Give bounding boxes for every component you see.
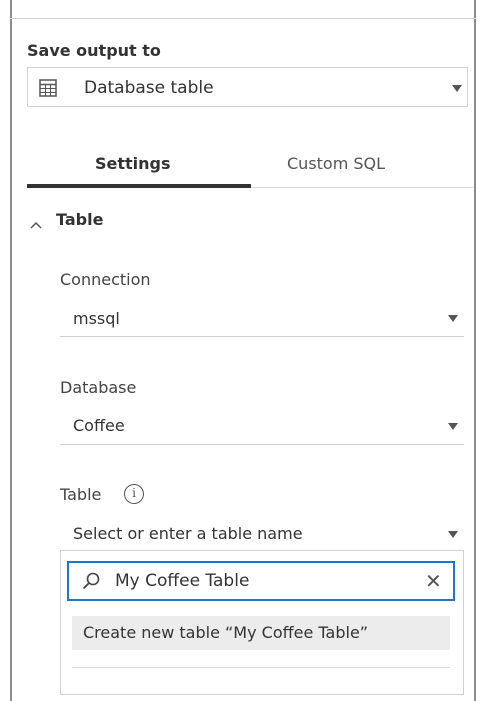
- dropdown-divider: [72, 667, 450, 668]
- table-search-input[interactable]: [115, 569, 405, 593]
- chevron-down-icon: [448, 531, 458, 538]
- panel-top-divider: [10, 18, 476, 19]
- table-icon: [39, 79, 57, 101]
- tab-settings[interactable]: Settings: [95, 154, 171, 173]
- chevron-up-icon[interactable]: [30, 214, 42, 233]
- connection-value: mssql: [73, 309, 120, 328]
- output-type-value: Database table: [84, 78, 214, 98]
- active-tab-indicator: [27, 184, 251, 188]
- connection-label: Connection: [60, 270, 151, 289]
- table-placeholder: Select or enter a table name: [73, 524, 303, 543]
- section-title-table[interactable]: Table: [56, 210, 103, 229]
- tab-custom-sql[interactable]: Custom SQL: [287, 154, 385, 173]
- chevron-down-icon: [448, 423, 458, 430]
- database-label: Database: [60, 378, 137, 397]
- connection-underline: [60, 336, 464, 337]
- chevron-down-icon: [448, 315, 458, 322]
- table-label: Table: [60, 485, 102, 504]
- tab-bar: Settings Custom SQL: [27, 140, 473, 190]
- database-value: Coffee: [73, 416, 125, 435]
- close-icon[interactable]: ✕: [425, 569, 442, 593]
- search-icon: [81, 571, 101, 595]
- chevron-down-icon: [452, 85, 462, 92]
- database-underline: [60, 444, 464, 445]
- create-new-table-option[interactable]: Create new table “My Coffee Table”: [72, 616, 450, 650]
- table-search-box[interactable]: ✕: [67, 561, 455, 601]
- info-icon[interactable]: i: [124, 484, 144, 504]
- save-output-label: Save output to: [27, 41, 161, 60]
- output-type-select[interactable]: Database table: [27, 67, 468, 107]
